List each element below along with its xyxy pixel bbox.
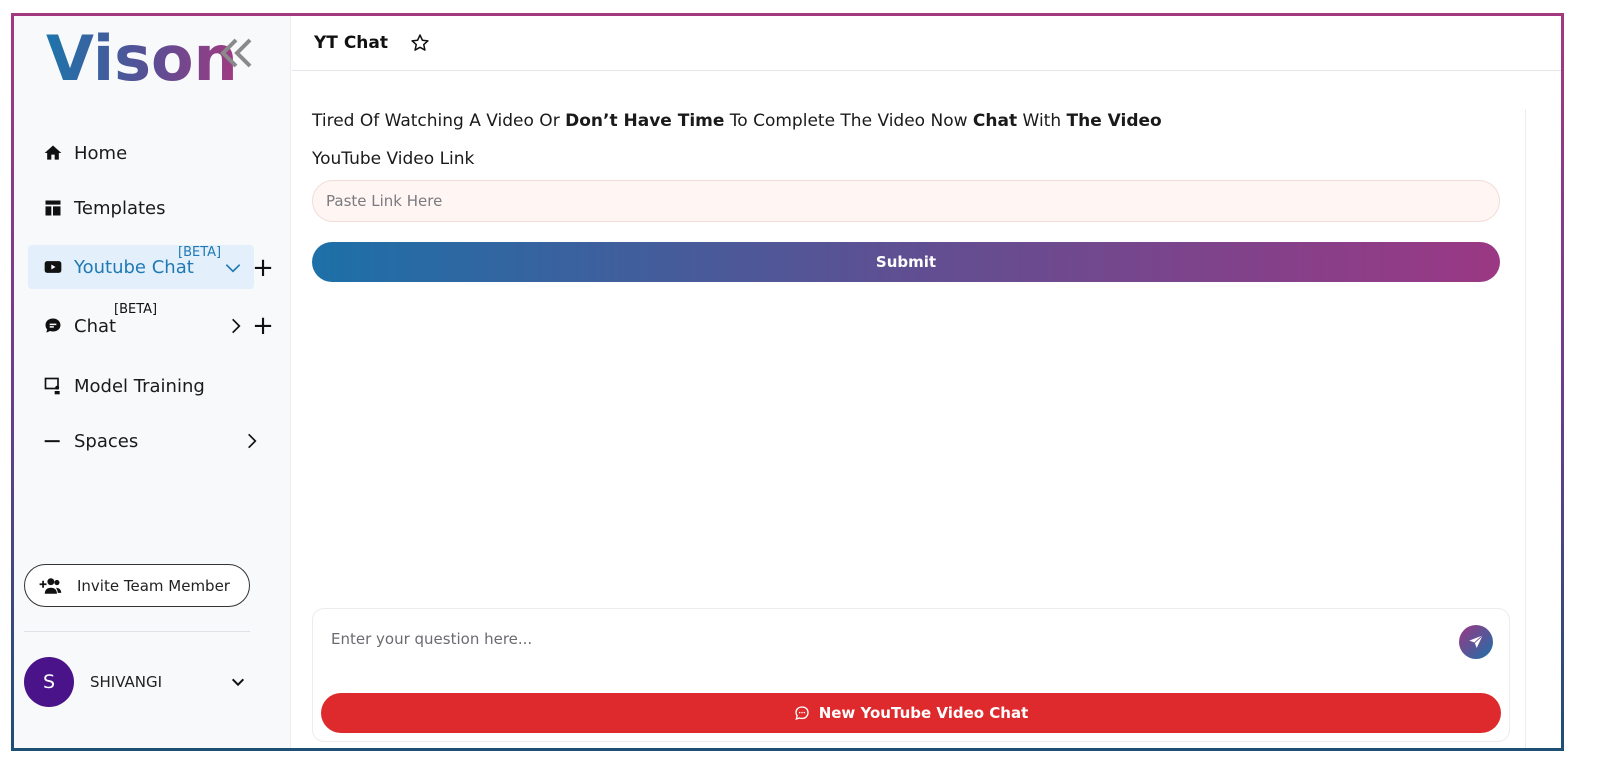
sidebar-item-label: Templates	[74, 197, 166, 219]
submit-button[interactable]: Submit	[312, 242, 1500, 282]
content-divider	[1525, 109, 1526, 748]
beta-badge: [BETA]	[114, 302, 158, 317]
page-header: YT Chat	[292, 16, 1561, 71]
page-title: YT Chat	[314, 33, 389, 53]
intro-segment: Chat	[972, 111, 1018, 131]
user-menu[interactable]: S SHIVANGI	[24, 656, 254, 708]
invite-team-member-button[interactable]: Invite Team Member	[24, 564, 250, 607]
intro-text: Tired Of Watching A Video Or Don’t Have …	[312, 111, 1500, 131]
chat-bubble-icon	[794, 705, 810, 721]
youtube-link-input[interactable]	[312, 180, 1500, 222]
new-chat-label: New YouTube Video Chat	[818, 704, 1029, 722]
question-input[interactable]	[321, 617, 1451, 661]
add-youtube-chat-button[interactable]: +	[252, 255, 274, 281]
sidebar-divider	[24, 631, 250, 632]
vison-logo[interactable]: Vison	[44, 22, 259, 88]
add-chat-button[interactable]: +	[252, 313, 274, 339]
home-icon	[42, 142, 64, 164]
sidebar-item-templates[interactable]: Templates	[28, 186, 254, 230]
add-user-icon	[37, 576, 63, 596]
chevron-right-icon[interactable]	[240, 429, 264, 453]
intro-segment: Don’t Have Time	[565, 111, 725, 131]
new-youtube-video-chat-button[interactable]: New YouTube Video Chat	[321, 693, 1501, 733]
youtube-link-label: YouTube Video Link	[312, 149, 475, 169]
intro-segment: With	[1017, 111, 1067, 131]
chat-bubble-icon	[42, 315, 64, 337]
sidebar: Vison Home Templates Youtube Chat [BETA]	[14, 16, 291, 748]
sidebar-item-home[interactable]: Home	[28, 131, 254, 175]
user-name: SHIVANGI	[90, 673, 163, 691]
avatar: S	[24, 657, 74, 707]
app-frame: Vison Home Templates Youtube Chat [BETA]	[11, 13, 1564, 751]
intro-segment: Tired Of Watching A Video Or	[312, 111, 566, 131]
sidebar-item-label: Spaces	[74, 430, 139, 452]
sidebar-item-label: Chat	[74, 315, 117, 337]
svg-text:Vison: Vison	[46, 22, 238, 88]
star-icon[interactable]	[410, 33, 430, 53]
sidebar-item-label: Youtube Chat	[74, 256, 194, 278]
intro-segment: To Complete The Video Now	[724, 111, 973, 131]
send-icon[interactable]	[1459, 625, 1493, 659]
beta-badge: [BETA]	[178, 245, 222, 260]
sidebar-item-spaces[interactable]: Spaces	[28, 419, 254, 463]
youtube-icon	[42, 256, 64, 278]
sidebar-item-model-training[interactable]: Model Training	[28, 364, 254, 408]
chevron-down-icon[interactable]	[230, 674, 246, 690]
intro-segment: The Video	[1066, 111, 1162, 131]
youtube-chat-form: Tired Of Watching A Video Or Don’t Have …	[312, 111, 1500, 282]
templates-icon	[42, 197, 64, 219]
question-panel: New YouTube Video Chat	[312, 608, 1510, 742]
chevron-right-icon[interactable]	[224, 314, 248, 338]
chevron-down-icon[interactable]	[221, 256, 245, 280]
minus-icon	[42, 430, 64, 452]
invite-label: Invite Team Member	[77, 576, 230, 595]
presentation-icon	[42, 375, 64, 397]
sidebar-item-chat[interactable]: Chat [BETA]	[28, 302, 254, 348]
sidebar-item-label: Model Training	[74, 375, 205, 397]
sidebar-item-label: Home	[74, 142, 128, 164]
